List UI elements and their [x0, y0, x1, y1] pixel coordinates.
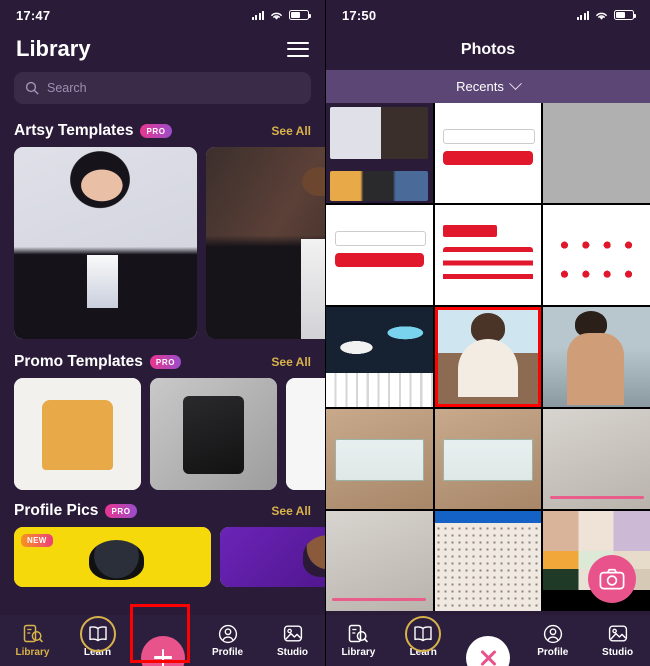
library-icon	[347, 624, 369, 644]
photo-grid[interactable]	[326, 103, 650, 611]
phone-left-library-screen: 17:47 Library Search Artsy Templates PRO…	[0, 0, 325, 666]
photo-screenshot-chat-keyboard[interactable]	[326, 307, 433, 407]
section-header-artsy-templates: Artsy Templates PRO See All	[0, 116, 325, 147]
artsy-templates-row[interactable]	[0, 147, 325, 339]
nav-label: Library	[341, 646, 376, 658]
profile-person-icon	[542, 624, 564, 644]
profile-pics-row[interactable]: NEW NEW	[0, 527, 325, 587]
camera-icon	[599, 568, 625, 590]
photo-screenshot-thanh-toan-cuoc[interactable]	[543, 205, 650, 305]
status-bar-left: 17:47	[0, 0, 325, 30]
book-icon	[405, 615, 442, 652]
section-title: Profile Pics	[14, 502, 99, 519]
photo-wood-floor-editor[interactable]	[326, 511, 433, 611]
status-time: 17:47	[16, 7, 51, 23]
learn-highlight-ring	[405, 615, 442, 652]
bottom-navigation-right: Library Learn Profile Studio	[326, 615, 650, 666]
sidebar-item-learn[interactable]: Learn	[65, 615, 130, 658]
battery-icon	[614, 10, 636, 20]
photos-page-title: Photos	[326, 30, 650, 70]
learn-highlight-ring	[79, 615, 116, 652]
artsy-card-woman-blazer[interactable]	[14, 147, 197, 339]
create-plus-button[interactable]	[140, 635, 185, 666]
camera-fab[interactable]	[588, 555, 636, 603]
template-thumbnail	[14, 147, 197, 339]
sidebar-item-learn[interactable]: Learn	[391, 615, 456, 658]
template-thumbnail	[14, 378, 141, 490]
search-icon	[25, 81, 39, 95]
photo-screenshot-gray-blank[interactable]	[543, 103, 650, 203]
promo-card-jeans[interactable]	[286, 378, 325, 490]
photo-lottery-ticket-2[interactable]	[434, 409, 542, 509]
close-button[interactable]	[465, 635, 510, 666]
template-thumbnail	[206, 147, 325, 339]
section-header-promo-templates: Promo Templates PRO See All	[0, 339, 325, 378]
wifi-icon	[271, 12, 282, 20]
sidebar-item-studio[interactable]: Studio	[260, 624, 325, 658]
section-title: Promo Templates	[14, 353, 143, 370]
wifi-icon	[596, 12, 607, 20]
nav-label: Profile	[211, 646, 244, 658]
promo-templates-row[interactable]	[0, 378, 325, 490]
artsy-card-man-smiling[interactable]	[206, 147, 325, 339]
library-header: Library	[0, 30, 325, 72]
photo-app-screenshot-library[interactable]	[326, 103, 433, 203]
profile-card-purple-portrait[interactable]	[220, 527, 325, 587]
photo-screenshot-form-tra-cuu[interactable]	[434, 103, 542, 203]
page-title: Library	[16, 36, 91, 61]
bottom-navigation-left: Library Learn Profile Studio	[0, 615, 325, 666]
image-studio-icon	[282, 624, 304, 644]
battery-icon	[289, 10, 311, 20]
see-all-link-artsy[interactable]: See All	[271, 124, 311, 138]
x-close-icon	[478, 648, 498, 666]
promo-card-black-leather-jacket[interactable]	[150, 378, 277, 490]
nav-label: Studio	[276, 646, 309, 658]
cellular-bars-icon	[576, 10, 589, 20]
sidebar-item-studio[interactable]: Studio	[585, 624, 650, 658]
pro-badge: PRO	[149, 355, 182, 369]
search-input[interactable]	[47, 81, 300, 95]
photo-portrait-man-white-sweater[interactable]	[434, 307, 542, 407]
cellular-bars-icon	[251, 10, 264, 20]
pro-badge: PRO	[140, 124, 172, 138]
new-badge: NEW	[21, 534, 53, 547]
template-thumbnail	[286, 378, 325, 490]
section-header-profile-pics: Profile Pics PRO See All	[0, 490, 325, 527]
photo-video-wood-floor[interactable]	[543, 409, 650, 509]
profile-person-icon	[217, 624, 239, 644]
screenshot-stage: 17:47 Library Search Artsy Templates PRO…	[0, 0, 650, 666]
nav-label: Profile	[537, 646, 569, 658]
hamburger-menu-icon[interactable]	[287, 41, 309, 57]
see-all-link-profile-pics[interactable]: See All	[271, 504, 311, 518]
phone-right-photos-picker: 17:50 Photos Recents Library Learn Profi…	[325, 0, 650, 666]
nav-label: Studio	[602, 646, 634, 658]
status-time: 17:50	[342, 7, 377, 23]
photo-screenshot-form-tra-cuu-2[interactable]	[326, 205, 433, 305]
photo-shirtless-man-outdoors[interactable]	[543, 307, 650, 407]
status-bar-right: 17:50	[326, 0, 650, 30]
photo-mesh-surface-video[interactable]	[434, 511, 542, 611]
sidebar-item-library[interactable]: Library	[0, 624, 65, 658]
profile-card-batman-yellow[interactable]: NEW	[14, 527, 211, 587]
plus-icon	[153, 648, 173, 666]
photo-lottery-ticket-1[interactable]	[326, 409, 433, 509]
nav-label: Library	[15, 646, 50, 658]
photo-screenshot-tong-cuoc-bill[interactable]	[434, 205, 542, 305]
book-icon	[79, 615, 116, 652]
promo-card-orange-tshirt[interactable]	[14, 378, 141, 490]
sidebar-item-profile[interactable]: Profile	[520, 624, 585, 658]
image-studio-icon	[607, 624, 629, 644]
search-bar[interactable]	[14, 72, 311, 104]
pro-badge: PRO	[105, 504, 137, 518]
sidebar-item-library[interactable]: Library	[326, 624, 391, 658]
chevron-down-icon	[508, 77, 522, 91]
template-thumbnail	[220, 527, 325, 587]
see-all-link-promo[interactable]: See All	[271, 355, 311, 369]
section-title: Artsy Templates	[14, 122, 134, 139]
library-icon	[22, 624, 44, 644]
album-selector-recents[interactable]: Recents	[326, 70, 650, 103]
album-label: Recents	[456, 79, 504, 94]
sidebar-item-profile[interactable]: Profile	[195, 624, 260, 658]
template-thumbnail	[150, 378, 277, 490]
